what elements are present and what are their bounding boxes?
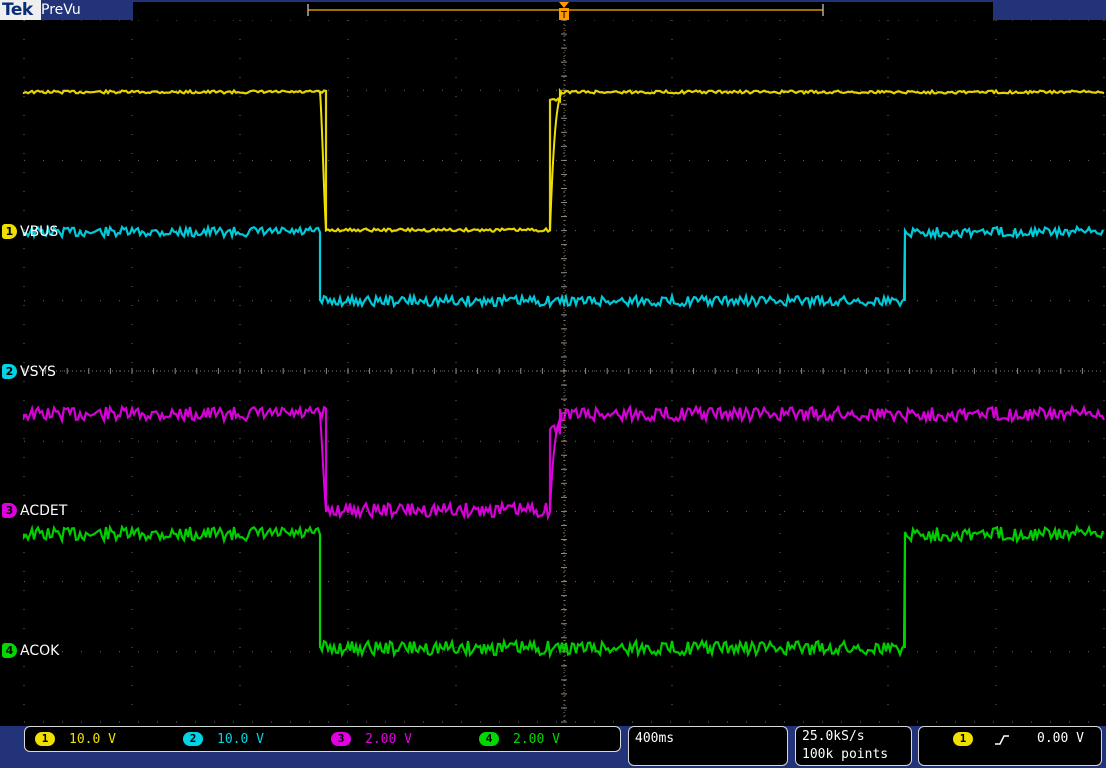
timebase-value: 400ms bbox=[635, 731, 675, 746]
channel-2-scale-value: 10.0 V bbox=[217, 731, 264, 747]
channel-4-badge-icon: 4 bbox=[479, 732, 499, 746]
channel-4-scale-value: 2.00 V bbox=[513, 731, 560, 747]
channel-2-marker: 2 VSYS bbox=[2, 363, 56, 380]
rising-edge-icon bbox=[995, 735, 1009, 745]
brand-logo: Tek bbox=[0, 0, 42, 20]
channel-scale-panel[interactable]: 1 10.0 V 2 10.0 V 3 2.00 V 4 2.00 V bbox=[24, 726, 621, 752]
channel-3-marker: 3 ACDET bbox=[2, 502, 67, 519]
channel-1-marker-icon: 1 bbox=[2, 224, 17, 239]
channel-1-scale[interactable]: 1 10.0 V bbox=[35, 730, 116, 748]
channel-4-marker-icon: 4 bbox=[2, 643, 17, 658]
channel-2-label: VSYS bbox=[20, 363, 56, 380]
channel-3-label: ACDET bbox=[20, 502, 68, 519]
channel-1-label: VBUS bbox=[20, 223, 59, 240]
channel-3-marker-icon: 3 bbox=[2, 503, 17, 518]
channel-3-badge-icon: 3 bbox=[331, 732, 351, 746]
timebase-overview-bar[interactable]: T bbox=[133, 2, 993, 20]
channel-1-scale-value: 10.0 V bbox=[69, 731, 116, 747]
top-status-bar: Tek PreVu T bbox=[0, 0, 1106, 20]
channel-3-scale[interactable]: 3 2.00 V bbox=[331, 730, 412, 748]
channel-2-marker-icon: 2 bbox=[2, 364, 17, 379]
trigger-position-icon: T bbox=[560, 10, 568, 20]
channel-4-scale[interactable]: 4 2.00 V bbox=[479, 730, 560, 748]
record-length: 100k points bbox=[802, 747, 889, 762]
channel-2-badge-icon: 2 bbox=[183, 732, 203, 746]
waveform-display: 1 VBUS 2 VSYS 3 ACDET 4 ACOK bbox=[0, 20, 1106, 726]
channel-4-marker: 4 ACOK bbox=[2, 642, 59, 659]
waveform-plot bbox=[0, 20, 1106, 726]
channel-3-scale-value: 2.00 V bbox=[365, 731, 412, 747]
trigger-source-badge-icon: 1 bbox=[953, 732, 973, 746]
acquisition-panel[interactable]: 25.0kS/s 100k points bbox=[795, 726, 912, 766]
acquisition-mode: PreVu bbox=[41, 0, 133, 20]
channel-1-badge-icon: 1 bbox=[35, 732, 55, 746]
timebase-panel[interactable]: 400ms bbox=[628, 726, 788, 766]
channel-1-marker: 1 VBUS bbox=[2, 223, 58, 240]
trigger-source[interactable]: 1 bbox=[953, 730, 987, 748]
oscilloscope-screen: Tek PreVu T 1 VBUS 2 VSYS 3 ACDET 4 ACOK… bbox=[0, 0, 1106, 768]
trigger-panel[interactable]: 1 0.00 V bbox=[918, 726, 1102, 766]
channel-2-scale[interactable]: 2 10.0 V bbox=[183, 730, 264, 748]
timebase-overview-graphic: T bbox=[307, 2, 824, 20]
bottom-status-bar: 1 10.0 V 2 10.0 V 3 2.00 V 4 2.00 V 400m… bbox=[0, 726, 1106, 768]
channel-4-label: ACOK bbox=[20, 642, 60, 659]
trigger-level: 0.00 V bbox=[1037, 731, 1084, 746]
sample-rate: 25.0kS/s bbox=[802, 729, 865, 744]
